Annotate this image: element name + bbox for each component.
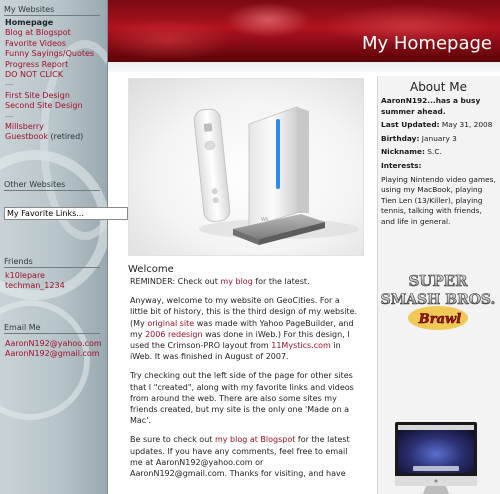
value: January 3	[421, 133, 457, 143]
sidebar-swirl-decoration	[0, 300, 90, 420]
page-title: My Homepage	[361, 33, 492, 54]
sidebar-nav-item[interactable]: First Site Design	[5, 91, 94, 101]
redesign-2006-link[interactable]: 2006 redesign	[145, 330, 202, 339]
text: REMINDER: Check out	[130, 277, 221, 286]
sidebar-nav-item[interactable]: Millsberry	[5, 122, 94, 132]
sidebar-nav-item[interactable]: DO NOT CLICK	[5, 70, 94, 80]
sidebar-nav-item[interactable]: Guestbook (retired)	[5, 132, 94, 142]
about-tagline: AaronN192...has a busy summer ahead.	[381, 96, 481, 116]
text: Be sure to check out	[130, 435, 215, 445]
favorite-links-select[interactable]: My Favorite Links...	[4, 207, 128, 220]
sidebar-nav-item[interactable]: Progress Report	[5, 60, 94, 70]
friends-heading: Friends	[4, 257, 100, 268]
sidebar-separator: ---	[5, 112, 94, 122]
other-websites-heading: Other Websites	[4, 180, 100, 191]
text: for the latest.	[252, 277, 310, 286]
smash-bros-brawl-logo: SUPER SMASH BROS. Brawl	[380, 272, 496, 330]
value: S.C.	[427, 147, 442, 157]
sidebar-nav-label: Guestbook	[5, 132, 48, 142]
blog-paragraph: Be sure to check out my blog at Blogspot…	[130, 434, 360, 479]
about-me-heading: About Me	[409, 80, 468, 94]
sidebar-nav-label: ---	[5, 111, 14, 121]
label: Birthday:	[381, 133, 420, 143]
value: May 31, 2008	[441, 120, 493, 130]
sidebar-separator: ---	[5, 80, 94, 90]
wii-console-image: Wii	[193, 106, 359, 245]
nickname-row: Nickname: S.C.	[381, 147, 497, 158]
about-me-panel: AaronN192...has a busy summer ahead. Las…	[381, 96, 497, 228]
email-heading: Email Me	[4, 323, 100, 334]
sidebar-nav-label: Favorite Videos	[5, 38, 67, 48]
logo-text: Brawl	[418, 312, 461, 327]
sidebar-nav-label: Funny Sayings/Quotes	[5, 49, 95, 59]
sidebar-nav-item[interactable]: Funny Sayings/Quotes	[5, 49, 94, 59]
sidebar-nav-label: Progress Report	[5, 59, 69, 69]
welcome-body: REMINDER: Check out my blog for the late…	[130, 276, 360, 487]
label: Nickname:	[381, 147, 425, 157]
my-websites-list: Homepage Blog at Blogspot Favorite Videos F…	[5, 18, 94, 143]
my-blog-link[interactable]: my blog	[220, 277, 252, 286]
friend-link[interactable]: k10lepare	[5, 271, 65, 281]
sidebar-nav-label: Blog at Blogspot	[5, 28, 71, 38]
sidebar-nav-suffix: (retired)	[48, 132, 84, 142]
logo-text: SMASH BROS.	[381, 292, 496, 308]
my-websites-heading: My Websites	[4, 5, 100, 16]
interests-text: Playing Nintendo video games, using my M…	[381, 174, 496, 226]
header-banner: My Homepage	[108, 0, 500, 62]
email-link[interactable]: AaronN192@gmail.com	[5, 349, 102, 359]
explore-paragraph: Try checking out the left side of the pa…	[130, 371, 354, 426]
history-paragraph: Anyway, welcome to my website on GeoCiti…	[130, 295, 360, 362]
friends-list: k10lepare techman_1234	[5, 271, 65, 292]
reminder-paragraph: REMINDER: Check out my blog for the late…	[130, 276, 360, 287]
left-sidebar: My Websites Homepage Blog at Blogspot Favo…	[0, 0, 108, 494]
sidebar-nav-label: DO NOT CLICK	[5, 70, 63, 80]
sidebar-nav-label: Millsberry	[5, 122, 44, 132]
friend-link[interactable]: techman_1234	[5, 281, 65, 291]
interests-label: Interests:	[381, 160, 422, 170]
logo-text: SUPER	[408, 272, 468, 290]
header-band	[108, 62, 500, 72]
blog-at-blogspot-link[interactable]: my blog at Blogspot	[215, 435, 295, 444]
11mystics-link[interactable]: 11Mystics.com	[271, 341, 331, 350]
email-list: AaronN192@yahoo.com AaronN192@gmail.com	[5, 339, 102, 360]
sidebar-nav-label: First Site Design	[5, 90, 70, 100]
sidebar-nav-label: ---	[5, 80, 14, 90]
sidebar-nav-label: Homepage	[5, 18, 54, 27]
email-link[interactable]: AaronN192@yahoo.com	[5, 339, 102, 349]
sidebar-nav-item[interactable]: Second Site Design	[5, 101, 94, 111]
original-site-link[interactable]: original site	[147, 319, 194, 328]
wii-photo: Wii	[128, 78, 364, 256]
imac-image	[395, 422, 477, 494]
sidebar-nav-item[interactable]: Favorite Videos	[5, 39, 94, 49]
label: Last Updated:	[381, 120, 440, 130]
birthday-row: Birthday: January 3	[381, 134, 497, 145]
sidebar-nav-label: Second Site Design	[5, 101, 83, 111]
sidebar-nav-item[interactable]: Blog at Blogspot	[5, 28, 94, 38]
last-updated-row: Last Updated: May 31, 2008	[381, 120, 497, 131]
sidebar-nav-item[interactable]: Homepage	[5, 18, 94, 28]
welcome-heading: Welcome	[128, 264, 174, 275]
